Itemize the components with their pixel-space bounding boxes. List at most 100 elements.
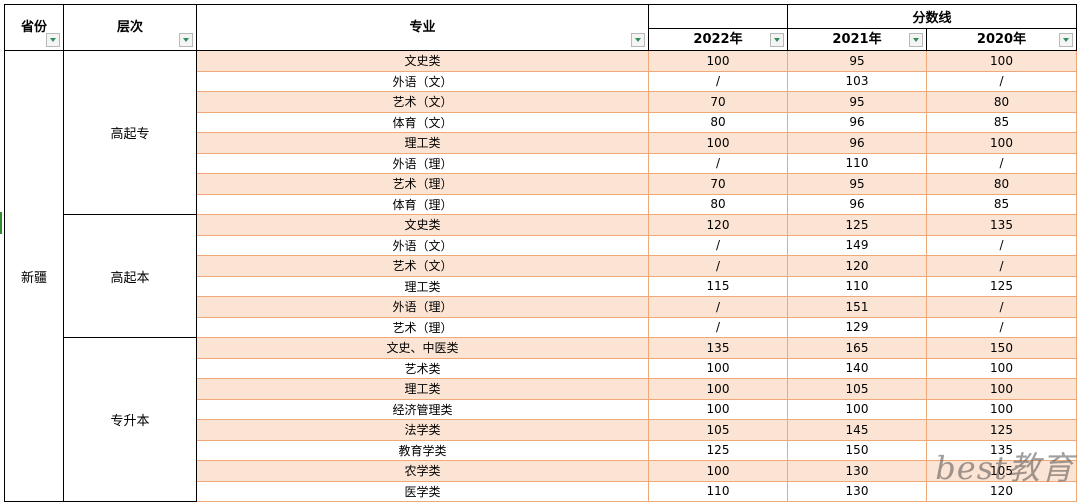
major-cell: 理工类	[196, 275, 649, 297]
score-2022-cell: 110	[648, 480, 788, 502]
score-2021-cell: 96	[787, 193, 927, 215]
major-cell: 艺术类	[196, 357, 649, 379]
score-2020-cell: 135	[926, 214, 1077, 236]
major-cell: 艺术（理）	[196, 316, 649, 338]
score-2020-cell: 125	[926, 419, 1077, 441]
score-2022-cell: /	[648, 296, 788, 318]
score-table: 省份 层次 专业 分数线 2022年 2021年 2020年 新疆 高起专 文史…	[4, 4, 1077, 502]
major-cell: 外语（文）	[196, 234, 649, 256]
score-2021-cell: 100	[787, 398, 927, 420]
score-2022-cell: 115	[648, 275, 788, 297]
level-cell: 高起专	[63, 50, 197, 215]
filter-dropdown-icon[interactable]	[770, 33, 784, 47]
score-2021-cell: 130	[787, 480, 927, 502]
score-2021-cell: 125	[787, 214, 927, 236]
score-2022-cell: 80	[648, 193, 788, 215]
filter-dropdown-icon[interactable]	[179, 33, 193, 47]
major-cell: 外语（理）	[196, 152, 649, 174]
score-2020-cell: 80	[926, 173, 1077, 195]
score-2020-cell: 100	[926, 378, 1077, 400]
major-cell: 医学类	[196, 480, 649, 502]
header-level: 层次	[63, 4, 197, 51]
level-cell: 专升本	[63, 337, 197, 502]
header-year-2020: 2020年	[926, 28, 1077, 51]
score-2022-cell: /	[648, 152, 788, 174]
score-2020-cell: /	[926, 234, 1077, 256]
major-cell: 艺术（文）	[196, 91, 649, 113]
score-2020-cell: /	[926, 316, 1077, 338]
major-cell: 文史、中医类	[196, 337, 649, 359]
table-row: 高起本 文史类 120 125 135	[5, 214, 1077, 338]
table-row: 专升本 文史、中医类 135 165 150	[5, 337, 1077, 502]
score-2021-cell: 129	[787, 316, 927, 338]
score-2021-cell: 165	[787, 337, 927, 359]
score-2021-cell: 95	[787, 50, 927, 72]
filter-dropdown-icon[interactable]	[631, 33, 645, 47]
score-2020-cell: 150	[926, 337, 1077, 359]
header-year-2022: 2022年	[648, 28, 788, 51]
score-2022-cell: 100	[648, 460, 788, 482]
score-2021-cell: 140	[787, 357, 927, 379]
major-cell: 教育学类	[196, 439, 649, 461]
score-2022-cell: 100	[648, 398, 788, 420]
score-2021-cell: 120	[787, 255, 927, 277]
score-2021-cell: 130	[787, 460, 927, 482]
header-major: 专业	[196, 4, 649, 51]
score-2022-cell: 100	[648, 378, 788, 400]
score-2020-cell: /	[926, 255, 1077, 277]
province-cell: 新疆	[4, 50, 64, 502]
level-cell: 高起本	[63, 214, 197, 338]
row-selection-marker	[0, 212, 2, 234]
score-2021-cell: 95	[787, 173, 927, 195]
spreadsheet: 省份 层次 专业 分数线 2022年 2021年 2020年 新疆 高起专 文史…	[0, 0, 1080, 502]
major-cell: 经济管理类	[196, 398, 649, 420]
score-2021-cell: 96	[787, 132, 927, 154]
major-cell: 外语（文）	[196, 70, 649, 92]
score-2022-cell: 120	[648, 214, 788, 236]
score-2021-cell: 149	[787, 234, 927, 256]
major-cell: 法学类	[196, 419, 649, 441]
score-2020-cell: /	[926, 70, 1077, 92]
score-2020-cell: /	[926, 152, 1077, 174]
filter-dropdown-icon[interactable]	[1059, 33, 1073, 47]
score-2020-cell: 85	[926, 193, 1077, 215]
major-cell: 农学类	[196, 460, 649, 482]
score-2020-cell: /	[926, 296, 1077, 318]
header-province: 省份	[4, 4, 64, 51]
filter-dropdown-icon[interactable]	[909, 33, 923, 47]
header-scores: 分数线	[787, 4, 1077, 29]
major-cell: 体育（理）	[196, 193, 649, 215]
score-2022-cell: 100	[648, 357, 788, 379]
watermark: best教育	[935, 449, 1074, 487]
major-cell: 艺术（文）	[196, 255, 649, 277]
major-cell: 文史类	[196, 50, 649, 72]
score-2022-cell: /	[648, 316, 788, 338]
filter-dropdown-icon[interactable]	[46, 33, 60, 47]
score-2022-cell: 80	[648, 111, 788, 133]
major-cell: 艺术（理）	[196, 173, 649, 195]
major-cell: 理工类	[196, 132, 649, 154]
table-row: 新疆 高起专 文史类 100 95 100	[4, 50, 1077, 502]
header-empty	[648, 4, 788, 29]
score-2022-cell: 105	[648, 419, 788, 441]
score-2020-cell: 100	[926, 398, 1077, 420]
score-2021-cell: 150	[787, 439, 927, 461]
score-2022-cell: 70	[648, 173, 788, 195]
score-2020-cell: 125	[926, 275, 1077, 297]
major-cell: 文史类	[196, 214, 649, 236]
score-2020-cell: 80	[926, 91, 1077, 113]
major-cell: 理工类	[196, 378, 649, 400]
score-2021-cell: 105	[787, 378, 927, 400]
score-2021-cell: 110	[787, 152, 927, 174]
score-2021-cell: 145	[787, 419, 927, 441]
header-year-2021: 2021年	[787, 28, 927, 51]
score-2020-cell: 100	[926, 357, 1077, 379]
score-2022-cell: 125	[648, 439, 788, 461]
score-2021-cell: 103	[787, 70, 927, 92]
score-2021-cell: 110	[787, 275, 927, 297]
score-2022-cell: 135	[648, 337, 788, 359]
score-2021-cell: 96	[787, 111, 927, 133]
score-2021-cell: 95	[787, 91, 927, 113]
score-2022-cell: 100	[648, 50, 788, 72]
score-2020-cell: 100	[926, 50, 1077, 72]
